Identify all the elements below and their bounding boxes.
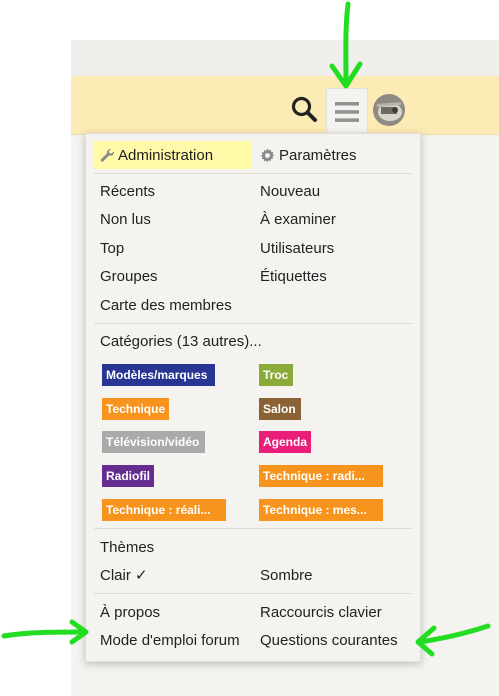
- divider: [94, 173, 412, 174]
- gear-icon: [260, 148, 275, 163]
- search-icon: [291, 96, 317, 122]
- themes-label: Thèmes: [100, 539, 155, 556]
- divider: [94, 323, 412, 324]
- forum-guide-link[interactable]: Mode d'emploi forum: [100, 631, 240, 651]
- theme-light-option[interactable]: Clair ✓: [100, 566, 148, 586]
- category-badge[interactable]: Salon: [259, 398, 301, 420]
- site-header: [71, 76, 499, 135]
- user-avatar[interactable]: [373, 94, 405, 126]
- category-badge[interactable]: Modèles/marques: [102, 364, 215, 386]
- nav-link-new[interactable]: Nouveau: [260, 182, 320, 202]
- categories-link[interactable]: Catégories (13 autres)...: [100, 332, 262, 352]
- avatar-image-icon: [373, 94, 405, 126]
- wrench-icon: [100, 148, 115, 162]
- nav-link-users[interactable]: Utilisateurs: [260, 239, 334, 259]
- nav-link-tags[interactable]: Étiquettes: [260, 267, 327, 287]
- category-badge[interactable]: Technique : réali...: [102, 499, 226, 521]
- category-badge[interactable]: Télévision/vidéo: [102, 431, 205, 453]
- category-badge[interactable]: Technique: [102, 398, 169, 420]
- divider: [94, 593, 412, 594]
- top-strip: [71, 40, 499, 76]
- category-badge[interactable]: Technique : mes...: [259, 499, 383, 521]
- faq-link[interactable]: Questions courantes: [260, 631, 398, 651]
- arrow-right-icon: [1, 619, 89, 645]
- divider: [94, 528, 412, 529]
- keyboard-shortcuts-link[interactable]: Raccourcis clavier: [260, 603, 382, 623]
- category-badge[interactable]: Agenda: [259, 431, 311, 453]
- nav-link-review[interactable]: À examiner: [260, 210, 336, 230]
- nav-link-recents[interactable]: Récents: [100, 182, 155, 202]
- nav-link-top[interactable]: Top: [100, 239, 124, 259]
- admin-label[interactable]: Administration: [118, 146, 213, 166]
- hamburger-menu-icon: [335, 101, 359, 122]
- search-button[interactable]: [287, 92, 321, 126]
- settings-link[interactable]: Paramètres: [279, 146, 357, 166]
- nav-link-member-map[interactable]: Carte des membres: [100, 296, 232, 316]
- nav-link-unread[interactable]: Non lus: [100, 210, 151, 230]
- arrow-left-icon: [415, 623, 491, 657]
- category-badge[interactable]: Technique : radi...: [259, 465, 383, 487]
- category-badge[interactable]: Radiofil: [102, 465, 154, 487]
- theme-dark-option[interactable]: Sombre: [260, 566, 313, 586]
- arrow-down-icon: [329, 1, 363, 89]
- about-link[interactable]: À propos: [100, 603, 160, 623]
- hamburger-dropdown-menu: Administration Paramètres Récents Non lu…: [85, 133, 421, 662]
- nav-link-groups[interactable]: Groupes: [100, 267, 158, 287]
- category-badge[interactable]: Troc: [259, 364, 293, 386]
